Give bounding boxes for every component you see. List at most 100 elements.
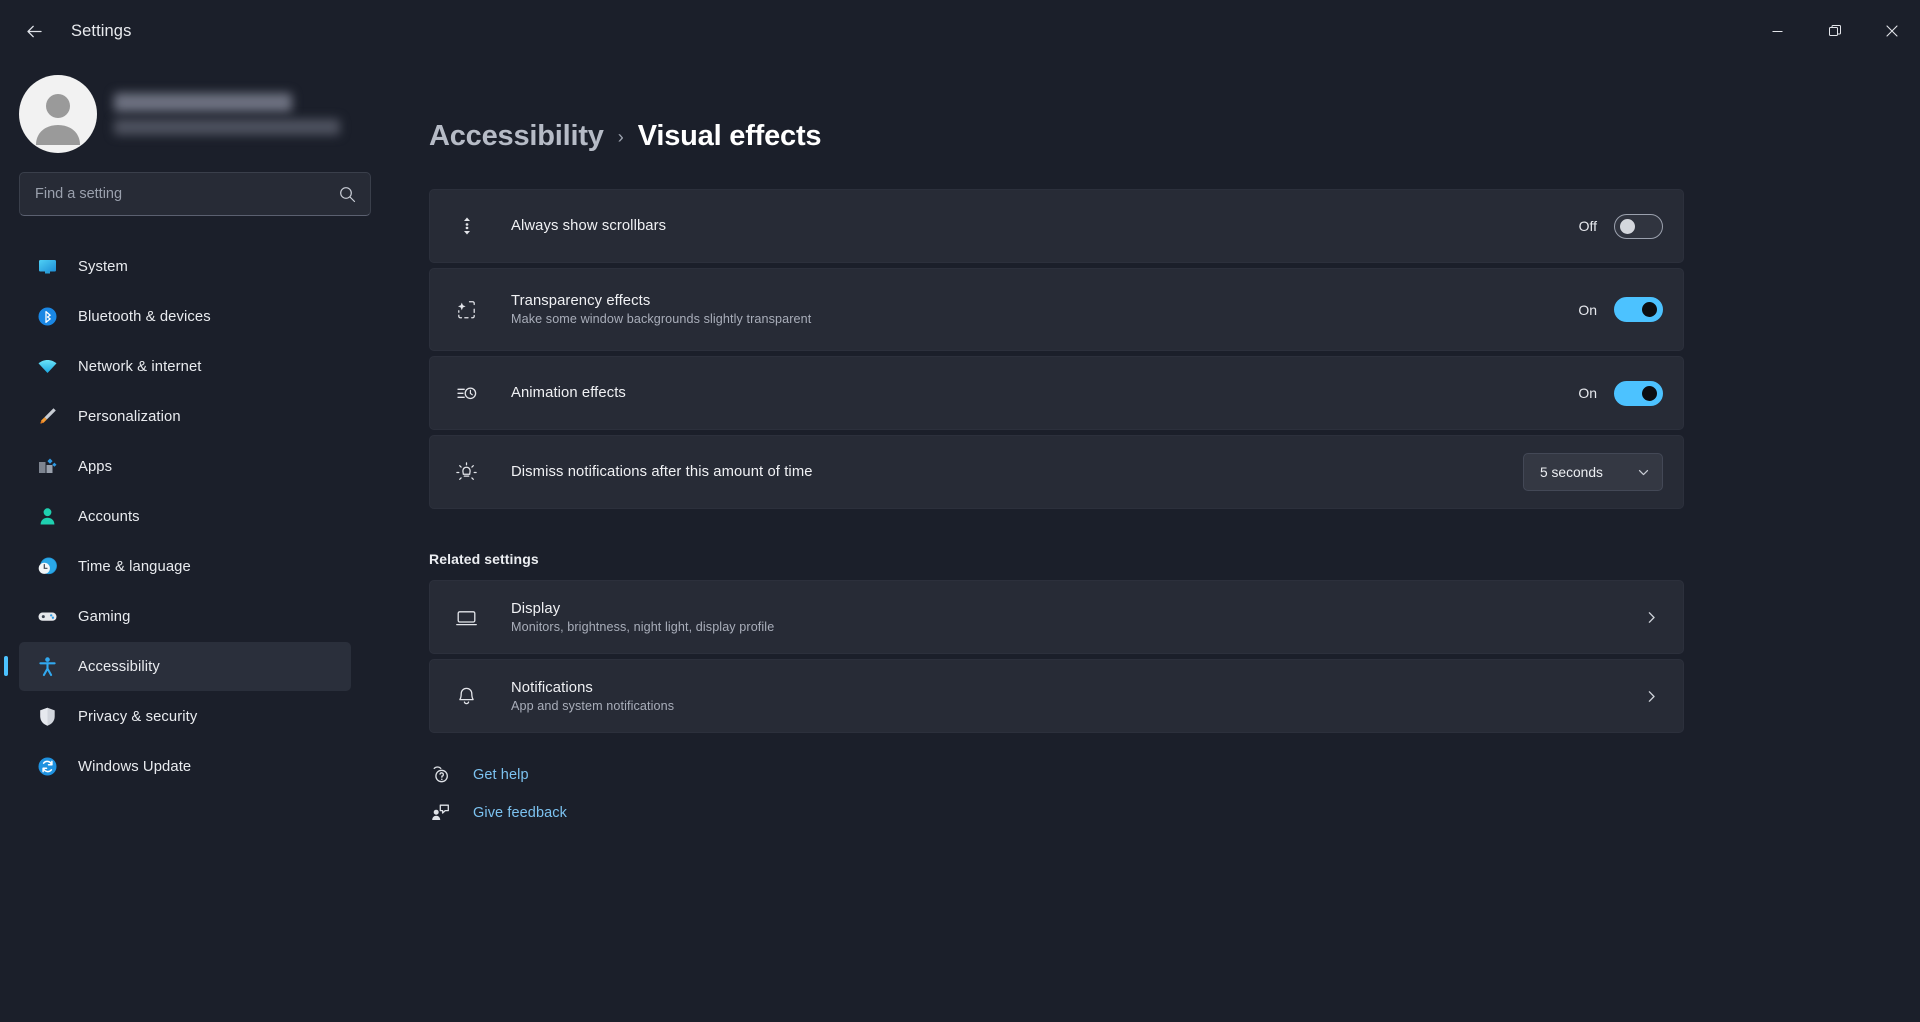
dismiss-duration-value: 5 seconds	[1540, 464, 1603, 480]
shield-icon	[36, 706, 58, 728]
get-help-link[interactable]: Get help	[429, 765, 529, 784]
transparency-toggle-group: On	[1575, 297, 1663, 322]
related-link-text: Display Monitors, brightness, night ligh…	[511, 601, 1644, 634]
sidebar-item-label: System	[78, 258, 128, 275]
search-icon	[339, 186, 356, 203]
brightness-alert-icon	[453, 461, 480, 484]
scrollbar-icon	[453, 215, 480, 237]
sidebar: System Bluetooth & devices	[0, 62, 371, 1022]
transparency-toggle[interactable]	[1614, 297, 1663, 322]
chevron-right-icon	[1644, 689, 1659, 704]
feedback-person-icon	[429, 803, 451, 822]
give-feedback-link[interactable]: Give feedback	[429, 803, 567, 822]
clock-globe-icon	[36, 556, 58, 578]
sidebar-item-label: Bluetooth & devices	[78, 308, 211, 325]
setting-title: Transparency effects	[511, 293, 651, 309]
sidebar-nav: System Bluetooth & devices Network & int…	[0, 242, 371, 791]
get-help-label: Get help	[473, 766, 529, 783]
sidebar-item-label: Network & internet	[78, 358, 202, 375]
animation-toggle[interactable]	[1614, 380, 1663, 406]
dismiss-duration-dropdown[interactable]: 5 seconds	[1523, 453, 1663, 491]
close-button[interactable]	[1863, 0, 1920, 62]
related-link-title: Display	[511, 600, 561, 617]
sidebar-item-windows-update[interactable]: Windows Update	[19, 742, 351, 791]
related-link-title: Notifications	[511, 679, 593, 696]
caption-buttons	[1749, 0, 1920, 62]
search-box[interactable]	[19, 172, 371, 216]
sidebar-item-accessibility[interactable]: Accessibility	[4, 642, 351, 691]
scrollbars-toggle-state: Off	[1578, 218, 1597, 234]
give-feedback-label: Give feedback	[473, 804, 567, 821]
sidebar-item-network-internet[interactable]: Network & internet	[19, 342, 351, 391]
back-button[interactable]	[14, 11, 54, 51]
related-settings-heading: Related settings	[429, 551, 539, 567]
sidebar-item-apps[interactable]: Apps	[19, 442, 351, 491]
bell-icon	[453, 685, 480, 708]
back-arrow-icon	[26, 25, 42, 37]
account-name-redacted	[114, 93, 292, 112]
sidebar-item-personalization[interactable]: Personalization	[19, 392, 351, 441]
minimize-button[interactable]	[1749, 0, 1806, 62]
settings-window: Settings Find a setting System Bluetooth…	[0, 0, 1920, 1022]
chevron-right-icon	[1644, 610, 1659, 625]
animation-toggle-group: On	[1575, 380, 1663, 406]
setting-text: Always show scrollbars	[511, 218, 1575, 234]
animation-toggle-state: On	[1578, 385, 1597, 401]
scrollbars-toggle-group: Off	[1575, 213, 1663, 239]
paintbrush-icon	[36, 406, 58, 428]
sidebar-item-label: Time & language	[78, 558, 191, 575]
breadcrumb: Accessibility › Visual effects	[429, 120, 1920, 153]
sidebar-item-bluetooth-devices[interactable]: Bluetooth & devices	[19, 292, 351, 341]
app-title: Settings	[71, 21, 132, 40]
windows-update-icon	[36, 756, 58, 778]
toggle-knob	[1642, 302, 1657, 317]
related-link-subtitle: Monitors, brightness, night light, displ…	[511, 619, 775, 634]
avatar	[19, 75, 97, 153]
sidebar-item-label: Privacy & security	[78, 708, 198, 725]
wifi-icon	[36, 356, 58, 378]
account-email-redacted	[114, 119, 340, 135]
sidebar-item-gaming[interactable]: Gaming	[19, 592, 351, 641]
related-link-notifications[interactable]: Notifications App and system notificatio…	[429, 659, 1684, 733]
account-block[interactable]	[0, 68, 371, 160]
setting-title: Animation effects	[511, 385, 626, 401]
gamepad-icon	[36, 606, 58, 628]
sidebar-item-accounts[interactable]: Accounts	[19, 492, 351, 541]
maximize-button[interactable]	[1806, 0, 1863, 62]
sidebar-item-system[interactable]: System	[19, 242, 351, 291]
minimize-icon	[1772, 30, 1783, 32]
setting-row-animation-effects[interactable]: Animation effects On	[429, 356, 1684, 430]
accessibility-icon	[36, 656, 58, 678]
search-wrap	[19, 172, 371, 216]
scrollbars-toggle[interactable]	[1614, 213, 1663, 239]
breadcrumb-separator-icon: ›	[617, 127, 624, 147]
setting-row-always-show-scrollbars[interactable]: Always show scrollbars Off	[429, 189, 1684, 263]
setting-row-dismiss-notifications[interactable]: Dismiss notifications after this amount …	[429, 435, 1684, 509]
close-icon	[1885, 25, 1898, 37]
search-input[interactable]	[35, 186, 339, 202]
main-content: Accessibility › Visual effects Always sh…	[371, 62, 1920, 1022]
sidebar-item-privacy-security[interactable]: Privacy & security	[19, 692, 351, 741]
transparency-toggle-state: On	[1578, 301, 1597, 318]
person-icon	[36, 506, 58, 528]
setting-text: Animation effects	[511, 385, 1575, 401]
sidebar-item-label: Accounts	[78, 508, 140, 525]
related-link-display[interactable]: Display Monitors, brightness, night ligh…	[429, 580, 1684, 654]
page-title: Visual effects	[637, 120, 822, 152]
sidebar-item-label: Apps	[78, 458, 113, 475]
footer-links: Get help Give feedback	[429, 765, 1920, 822]
sidebar-item-time-language[interactable]: Time & language	[19, 542, 351, 591]
sidebar-item-label: Accessibility	[78, 658, 160, 675]
setting-row-transparency-effects[interactable]: Transparency effects Make some window ba…	[429, 268, 1684, 351]
sidebar-item-label: Windows Update	[78, 758, 192, 775]
animation-icon	[453, 382, 480, 405]
sidebar-item-label: Personalization	[78, 408, 181, 425]
toggle-knob	[1620, 218, 1635, 234]
related-link-subtitle: App and system notifications	[511, 698, 675, 713]
apps-icon	[36, 456, 58, 478]
account-text	[114, 93, 340, 135]
related-link-text: Notifications App and system notificatio…	[511, 680, 1644, 713]
setting-title: Dismiss notifications after this amount …	[511, 464, 813, 480]
chevron-down-icon	[1637, 466, 1650, 479]
breadcrumb-root[interactable]: Accessibility	[429, 120, 604, 153]
